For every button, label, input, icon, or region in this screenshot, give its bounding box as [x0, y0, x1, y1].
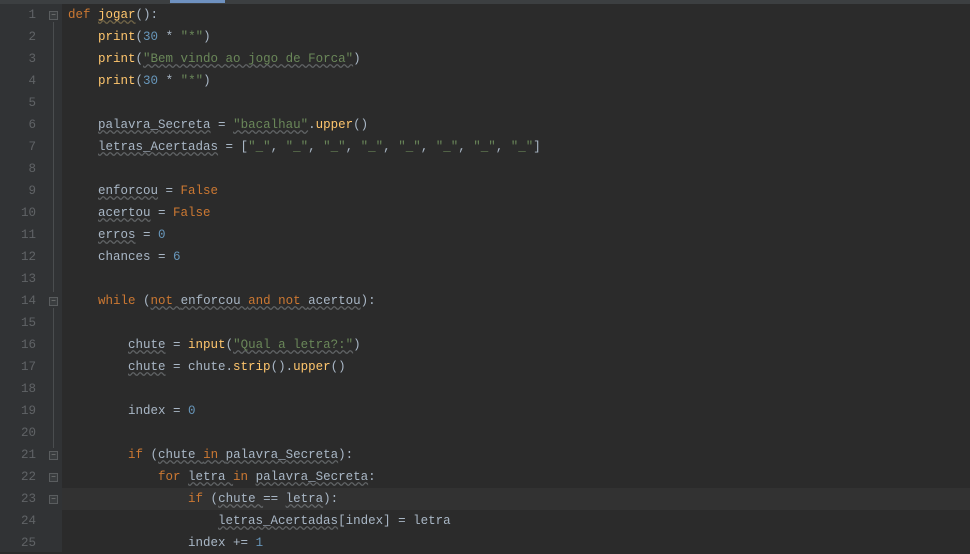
line-number[interactable]: 21 [0, 444, 36, 466]
line-number[interactable]: 9 [0, 180, 36, 202]
line-number[interactable]: 25 [0, 532, 36, 554]
code-line[interactable]: while (not enforcou and not acertou): [68, 290, 970, 312]
line-number[interactable]: 20 [0, 422, 36, 444]
code-line[interactable]: if (chute == letra): [68, 488, 970, 510]
code-line[interactable]: letras_Acertadas = ["_", "_", "_", "_", … [68, 136, 970, 158]
line-number[interactable]: 10 [0, 202, 36, 224]
code-line[interactable]: index += 1 [68, 532, 970, 554]
code-line[interactable]: enforcou = False [68, 180, 970, 202]
fold-toggle-icon[interactable]: − [49, 473, 58, 482]
fold-guide [53, 22, 54, 292]
line-number[interactable]: 18 [0, 378, 36, 400]
line-number[interactable]: 23 [0, 488, 36, 510]
code-line[interactable]: chute = chute.strip().upper() [68, 356, 970, 378]
line-number[interactable]: 6 [0, 114, 36, 136]
code-line[interactable]: index = 0 [68, 400, 970, 422]
fold-toggle-icon[interactable]: − [49, 495, 58, 504]
line-number[interactable]: 16 [0, 334, 36, 356]
line-number[interactable]: 3 [0, 48, 36, 70]
code-editor[interactable]: 1 2 3 4 5 6 7 8 9 10 11 12 13 14 15 16 1… [0, 4, 970, 552]
code-line[interactable]: letras_Acertadas[index] = letra [68, 510, 970, 532]
line-number[interactable]: 22 [0, 466, 36, 488]
line-number[interactable]: 12 [0, 246, 36, 268]
code-line[interactable] [68, 268, 970, 290]
line-number[interactable]: 2 [0, 26, 36, 48]
code-line[interactable]: print(30 * "*") [68, 70, 970, 92]
code-line[interactable] [68, 92, 970, 114]
line-number[interactable]: 13 [0, 268, 36, 290]
line-number[interactable]: 4 [0, 70, 36, 92]
code-line[interactable]: if (chute in palavra_Secreta): [68, 444, 970, 466]
line-number[interactable]: 7 [0, 136, 36, 158]
line-number[interactable]: 11 [0, 224, 36, 246]
line-number[interactable]: 24 [0, 510, 36, 532]
code-line[interactable]: palavra_Secreta = "bacalhau".upper() [68, 114, 970, 136]
code-area[interactable]: def jogar(): print(30 * "*") print("Bem … [62, 4, 970, 552]
line-number[interactable]: 5 [0, 92, 36, 114]
code-line[interactable]: for letra in palavra_Secreta: [68, 466, 970, 488]
code-line[interactable]: chances = 6 [68, 246, 970, 268]
code-line[interactable] [68, 422, 970, 444]
line-number[interactable]: 15 [0, 312, 36, 334]
code-line[interactable] [68, 158, 970, 180]
line-number[interactable]: 19 [0, 400, 36, 422]
fold-toggle-icon[interactable]: − [49, 451, 58, 460]
line-number[interactable]: 14 [0, 290, 36, 312]
code-line[interactable]: print("Bem vindo ao jogo de Forca") [68, 48, 970, 70]
code-line[interactable] [68, 312, 970, 334]
line-number-gutter[interactable]: 1 2 3 4 5 6 7 8 9 10 11 12 13 14 15 16 1… [0, 4, 46, 552]
line-number[interactable]: 1 [0, 4, 36, 26]
active-tab-indicator [170, 0, 225, 3]
code-line[interactable]: chute = input("Qual a letra?:") [68, 334, 970, 356]
code-line[interactable]: acertou = False [68, 202, 970, 224]
line-number[interactable]: 8 [0, 158, 36, 180]
code-line[interactable] [68, 378, 970, 400]
code-line[interactable]: def jogar(): [68, 4, 970, 26]
code-line[interactable]: print(30 * "*") [68, 26, 970, 48]
fold-guide [53, 308, 54, 448]
line-number[interactable]: 17 [0, 356, 36, 378]
fold-toggle-icon[interactable]: − [49, 11, 58, 20]
fold-gutter[interactable]: − − − − − [46, 4, 62, 552]
fold-toggle-icon[interactable]: − [49, 297, 58, 306]
code-line[interactable]: erros = 0 [68, 224, 970, 246]
